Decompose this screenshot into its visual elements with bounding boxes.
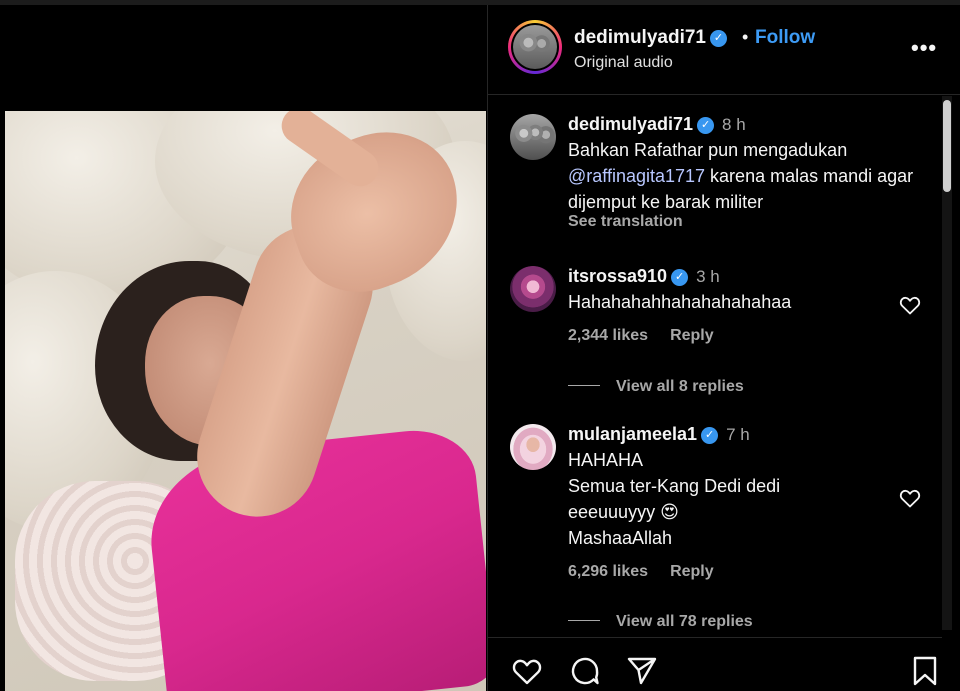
commenter-avatar[interactable] [510,114,556,160]
likes-count[interactable]: 6,296 likes [568,563,648,580]
heart-icon[interactable] [898,293,922,317]
comment-header: dedimulyadi71 ✓ 8 h [568,114,928,135]
comment-body: mulanjameela1 ✓ 7 h HAHAHA Semua ter-Kang … [568,424,928,581]
post-header: dedimulyadi71 ✓ • Follow Original audio •… [488,5,960,95]
author-username[interactable]: dedimulyadi71 [574,27,706,48]
comments-list[interactable]: dedimulyadi71 ✓ 8 h Bahkan Rafathar pun me… [488,96,960,636]
verified-badge-icon: ✓ [710,30,727,47]
comment-time[interactable]: 7 h [726,425,750,444]
comment-meta: 2,344 likes Reply [568,327,928,345]
reply-button[interactable]: Reply [670,563,714,580]
comment-bubble-icon[interactable] [568,654,602,688]
comment-time[interactable]: 3 h [696,267,720,286]
reply-button[interactable]: Reply [670,327,714,344]
header-separator: • [742,27,749,47]
replies-divider-line [568,385,600,386]
mention-link[interactable]: @raffinagita1717 [568,166,705,186]
video-letterbox [5,5,486,111]
verified-badge-icon: ✓ [697,117,715,134]
replies-divider-line [568,620,600,621]
window-edge [942,630,960,691]
avatar-ring-inner [511,23,559,71]
comment-line: eeeuuuyyy 😍 [568,502,679,522]
view-replies-label: View all 8 replies [616,378,744,395]
comment-line: MashaaAllah [568,528,673,548]
more-options-icon[interactable]: ••• [911,35,937,61]
video-frame [5,111,486,691]
bookmark-icon[interactable] [908,654,942,688]
comment-meta: 6,296 likes Reply [568,563,928,581]
comment-body: itsrossa910 ✓ 3 h Hahahahahhahahahahahaa 2… [568,266,928,345]
author-avatar[interactable] [508,20,562,74]
comment-line: HAHAHA [568,450,644,470]
comment-item: mulanjameela1 ✓ 7 h HAHAHA Semua ter-Kang … [488,424,938,604]
view-replies-label: View all 78 replies [616,613,753,630]
comment-body: dedimulyadi71 ✓ 8 h Bahkan Rafathar pun me… [568,114,928,231]
commenter-username[interactable]: mulanjameela1 [568,424,697,444]
comment-item: itsrossa910 ✓ 3 h Hahahahahhahahahahahaa 2… [488,266,938,396]
caption-comment: dedimulyadi71 ✓ 8 h Bahkan Rafathar pun me… [488,114,938,254]
paper-plane-icon[interactable] [625,654,659,688]
comments-scrollbar[interactable] [942,96,952,636]
comment-text: HAHAHA Semua ter-Kang Dedi dedi eeeuuuyy… [568,447,928,551]
heart-icon[interactable] [510,654,544,688]
view-replies-button[interactable]: View all 78 replies [568,613,753,631]
comment-line: Semua ter-Kang Dedi dedi [568,476,781,496]
comment-header: itsrossa910 ✓ 3 h [568,266,928,287]
avatar-image [513,25,557,69]
verified-badge-icon: ✓ [671,269,689,286]
comment-text: Bahkan Rafathar pun mengadukan @raffinag… [568,137,928,215]
commenter-avatar[interactable] [510,266,556,312]
follow-button[interactable]: Follow [755,27,815,49]
view-replies-button[interactable]: View all 8 replies [568,378,744,396]
post-action-bar [488,637,960,691]
heart-icon[interactable] [898,486,922,510]
see-translation-link[interactable]: See translation [568,213,928,231]
scrollbar-thumb[interactable] [943,100,951,192]
audio-label[interactable]: Original audio [574,54,673,72]
caption-text-start: Bahkan Rafathar pun mengadukan [568,140,848,160]
verified-badge-icon: ✓ [701,427,719,444]
comment-time[interactable]: 8 h [722,115,746,134]
post-video[interactable] [5,5,486,691]
likes-count[interactable]: 2,344 likes [568,327,648,344]
post-side-panel: dedimulyadi71 ✓ • Follow Original audio •… [487,5,960,691]
commenter-avatar[interactable] [510,424,556,470]
commenter-username[interactable]: itsrossa910 [568,266,667,286]
comment-text: Hahahahahhahahahahahaa [568,292,792,312]
author-username-row[interactable]: dedimulyadi71 ✓ [574,27,727,49]
comment-header: mulanjameela1 ✓ 7 h [568,424,928,445]
commenter-username[interactable]: dedimulyadi71 [568,114,693,134]
